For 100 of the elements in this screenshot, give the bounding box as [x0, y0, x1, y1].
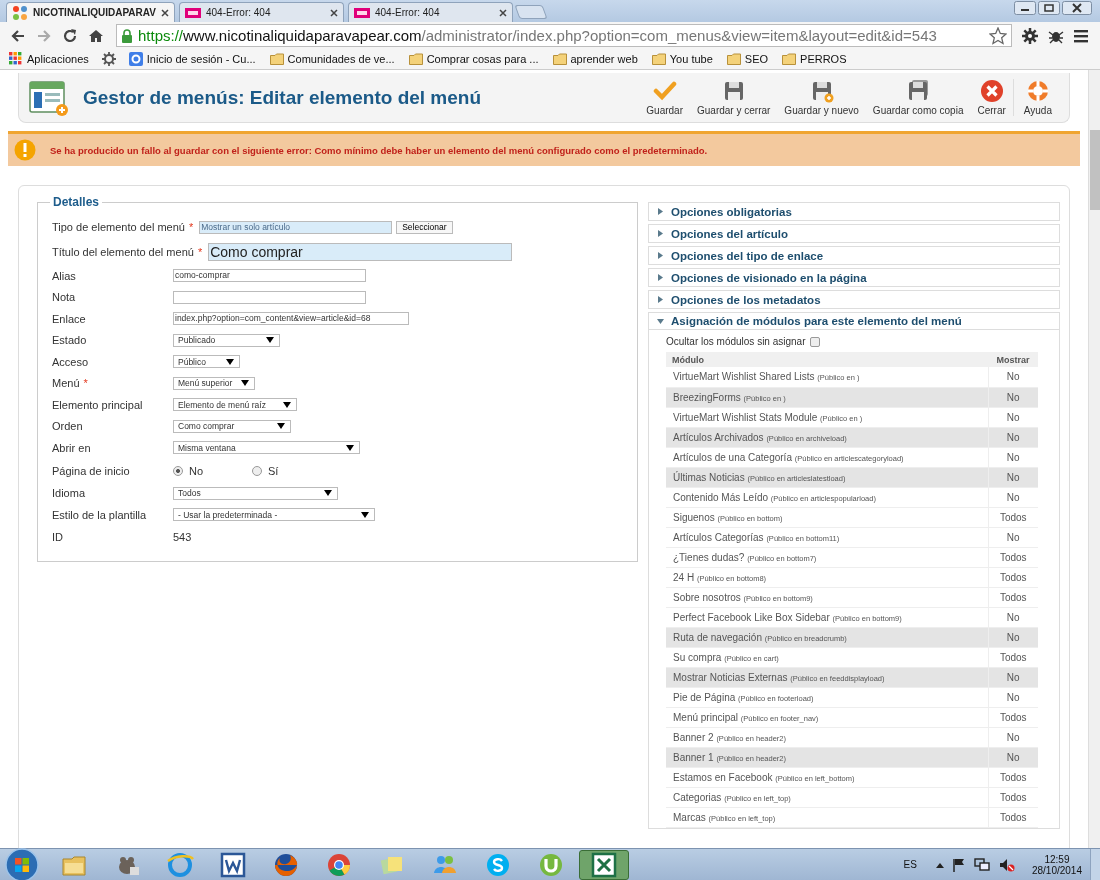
back-icon[interactable]: [10, 27, 26, 44]
field-label: Nota: [52, 291, 76, 304]
field-label: Idioma: [52, 487, 86, 500]
start-button-icon[interactable]: [5, 847, 39, 880]
minimize-icon[interactable]: [1014, 1, 1036, 15]
settings-icon[interactable]: [1022, 27, 1038, 44]
table-cell: No: [988, 727, 1038, 747]
folder-icon: [552, 52, 567, 66]
folder-icon: [651, 52, 666, 66]
toolbar-button[interactable]: Cerrar: [970, 79, 1013, 116]
toolbar-button[interactable]: Guardar y nuevo: [777, 79, 866, 116]
restore-icon[interactable]: [1038, 1, 1060, 15]
toolbar-button[interactable]: Ayuda: [1012, 79, 1059, 116]
select-button[interactable]: Seleccionar: [396, 220, 453, 234]
gear-icon[interactable]: [101, 52, 116, 66]
field-label: Estado: [52, 334, 87, 347]
dropdown[interactable]: Misma ventana: [173, 441, 360, 455]
flag-icon[interactable]: [952, 857, 965, 872]
home-icon[interactable]: [88, 27, 104, 44]
input-field[interactable]: como-comprar: [173, 269, 366, 283]
bookmark[interactable]: Comprar cosas para ...: [405, 51, 542, 67]
table-cell: Todos: [988, 547, 1038, 567]
table-cell: Todos: [988, 567, 1038, 587]
scrollbar-thumb[interactable]: [1090, 130, 1100, 210]
menu-manager-icon: [29, 79, 69, 116]
bookmark[interactable]: You tube: [648, 51, 716, 67]
input-field[interactable]: [173, 290, 366, 304]
caret-icon: [283, 401, 291, 408]
dropdown[interactable]: Publicado: [173, 333, 280, 347]
speaker-muted-icon[interactable]: [998, 857, 1015, 872]
browser-tab[interactable]: NICOTINALIQUIDAPARAV: [6, 2, 175, 22]
required-marker: *: [83, 377, 88, 390]
table-cell: No: [988, 687, 1038, 707]
field-label: Menú: [52, 377, 80, 390]
field-label: Acceso: [52, 355, 89, 368]
field-label: Orden: [52, 420, 83, 433]
table-cell: No: [988, 387, 1038, 407]
input-field[interactable]: index.php?option=com_content&view=article&id=68: [173, 312, 409, 326]
url-text: https://www.nicotinaliquidaparavapear.com/administrator/index.php?option=com_menus&view=item&layout=edit&id=543: [138, 27, 938, 44]
close-icon: [979, 79, 1004, 103]
field-value: 543: [173, 530, 192, 543]
spreadsheet-icon[interactable]: [579, 849, 629, 880]
folder-icon: [269, 52, 284, 66]
menu-icon[interactable]: [1074, 28, 1088, 43]
browser-tab[interactable]: 404-Error: 404: [347, 2, 513, 22]
bookmark[interactable]: Comunidades de ve...: [266, 51, 398, 67]
apps-icon: [9, 52, 23, 66]
checkbox-label: Ocultar los módulos sin asignar: [666, 336, 806, 347]
checkbox[interactable]: [809, 336, 820, 347]
bookmark[interactable]: Aplicaciones: [6, 51, 92, 67]
dropdown[interactable]: - Usar la predeterminada -: [173, 508, 375, 522]
bookmark[interactable]: Inicio de sesión - Cu...: [125, 51, 259, 67]
scrollbar[interactable]: [1088, 70, 1100, 848]
dropdown[interactable]: Elemento de menú raíz: [173, 398, 297, 412]
triangle-icon: [657, 252, 664, 259]
bookmark[interactable]: SEO: [723, 51, 772, 67]
dropdown[interactable]: Todos: [173, 486, 338, 500]
dropdown[interactable]: Como comprar: [173, 419, 291, 433]
dropdown[interactable]: Menú superior: [173, 376, 255, 390]
language-indicator[interactable]: ES: [903, 859, 917, 870]
reload-icon[interactable]: [62, 27, 78, 44]
input-field[interactable]: Como comprar: [208, 243, 513, 261]
field-label: Elemento principal: [52, 398, 143, 411]
column-header: Módulo: [666, 352, 988, 367]
radio-button[interactable]: [173, 465, 183, 476]
toolbar-button[interactable]: Guardar: [639, 79, 690, 116]
error-text: Se ha producido un fallo al guardar con el siguiente error: Como mínimo debe haber un elemento del menú configurado como el predeterminado.: [50, 144, 708, 156]
close-icon[interactable]: [160, 8, 169, 17]
table-cell: Todos: [988, 507, 1038, 527]
clock-date[interactable]: 28/10/2014: [1031, 864, 1082, 876]
table-cell: No: [988, 667, 1038, 687]
address-bar[interactable]: https://www.nicotinaliquidaparavapear.com/administrator/index.php?option=com_menus&view=item&layout=edit&id=543: [116, 24, 1012, 47]
field-label: Título del elemento del menú: [52, 246, 194, 258]
table-cell: No: [988, 367, 1038, 387]
radio-button[interactable]: [252, 465, 262, 476]
page-title: Gestor de menús: Editar elemento del menú: [83, 86, 483, 109]
toolbar-button[interactable]: Guardar y cerrar: [690, 79, 778, 116]
close-icon[interactable]: [329, 8, 338, 17]
field-label: Alias: [52, 269, 76, 282]
table-cell: No: [988, 447, 1038, 467]
dropdown[interactable]: Público: [173, 355, 240, 369]
joomla-logo-icon: [12, 4, 28, 21]
field-label: Página de inicio: [52, 464, 130, 477]
lifebuoy-icon: [1025, 79, 1050, 103]
triangle-icon: [657, 296, 664, 303]
clock-time[interactable]: 12:59: [1044, 853, 1070, 865]
field-label: ID: [52, 530, 63, 543]
bookmark[interactable]: PERROS: [779, 51, 850, 67]
caret-icon[interactable]: [935, 861, 944, 868]
star-icon[interactable]: [989, 26, 1007, 45]
close-icon[interactable]: [498, 8, 507, 17]
caret-icon: [324, 490, 332, 497]
bookmark[interactable]: aprender web: [549, 51, 641, 67]
caret-icon: [241, 380, 249, 387]
close-icon[interactable]: [1062, 1, 1092, 15]
table-cell: Todos: [988, 647, 1038, 667]
network-icon[interactable]: [973, 857, 990, 872]
browser-tab[interactable]: 404-Error: 404: [178, 2, 344, 22]
toolbar-button[interactable]: Guardar como copia: [865, 79, 971, 116]
required-marker: *: [197, 246, 203, 258]
